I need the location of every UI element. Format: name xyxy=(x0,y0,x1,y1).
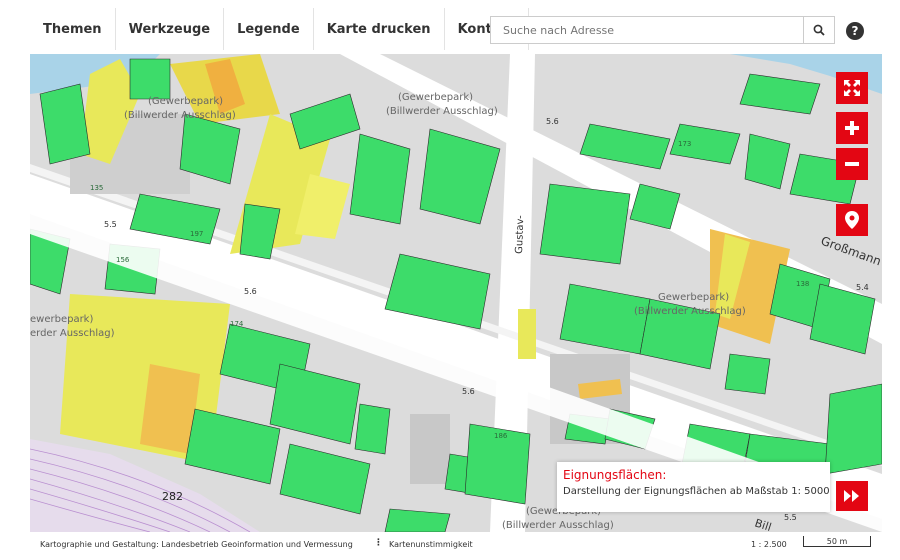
info-title: Eignungsflächen: xyxy=(563,468,667,482)
elevation-3: 5.6 xyxy=(244,287,257,296)
nav-karte-drucken[interactable]: Karte drucken xyxy=(314,8,445,50)
label-billwerder-2: (Billwerder Ausschlag) xyxy=(386,106,498,117)
house-number-173: 173 xyxy=(678,140,691,148)
house-number-156: 156 xyxy=(116,256,130,264)
elevation-1: 5.6 xyxy=(546,117,559,126)
elevation-4: 5.6 xyxy=(462,387,475,396)
zoom-out-button[interactable] xyxy=(836,148,868,180)
house-number-138: 138 xyxy=(796,280,809,288)
info-panel: Eignungsflächen: Darstellung der Eignung… xyxy=(557,462,830,512)
scale-text: 1 : 2.500 xyxy=(751,540,787,549)
label-282: 282 xyxy=(162,490,183,503)
help-icon: ? xyxy=(851,24,859,38)
elevation-2: 5.5 xyxy=(104,220,117,229)
main-nav: Themen Werkzeuge Legende Karte drucken K… xyxy=(30,8,530,54)
scale-bar: 50 m xyxy=(803,536,871,547)
plus-icon xyxy=(845,121,859,135)
fullscreen-button[interactable] xyxy=(836,72,868,104)
search-input[interactable] xyxy=(490,16,803,44)
info-next-button[interactable] xyxy=(836,481,868,511)
zoom-in-button[interactable] xyxy=(836,112,868,144)
label-gewerbepark-1: (Gewerbepark) xyxy=(148,96,223,107)
label-billwerder-5: (Billwerder Ausschlag) xyxy=(502,520,614,531)
nav-werkzeuge[interactable]: Werkzeuge xyxy=(116,8,225,50)
nav-legende[interactable]: Legende xyxy=(224,8,314,50)
label-billwerder-3: (Billwerder Ausschlag) xyxy=(634,306,746,317)
fullscreen-icon xyxy=(844,80,860,96)
footer-separator: ⋮ xyxy=(374,538,383,548)
search-icon xyxy=(813,24,825,36)
house-number-197: 197 xyxy=(190,230,203,238)
credit-link[interactable]: Landesbetrieb Geoinformation und Vermess… xyxy=(161,540,352,549)
help-button[interactable]: ? xyxy=(846,22,864,40)
location-pin-icon xyxy=(845,211,859,229)
map-canvas[interactable]: (Gewerbepark) (Billwerder Ausschlag) (Ge… xyxy=(30,54,882,532)
elevation-5: 5.4 xyxy=(856,283,869,292)
search-button[interactable] xyxy=(803,16,835,44)
info-text: Darstellung der Eignungsflächen ab Maßst… xyxy=(563,486,830,497)
elevation-6: 5.5 xyxy=(784,513,797,522)
label-gewerbepark-2: (Gewerbepark) xyxy=(398,92,473,103)
label-billwerder-1: (Billwerder Ausschlag) xyxy=(124,110,236,121)
house-number-174: 174 xyxy=(230,320,244,328)
top-bar: Themen Werkzeuge Legende Karte drucken K… xyxy=(0,0,900,54)
footer: Kartographie und Gestaltung: Landesbetri… xyxy=(0,532,900,560)
credit-text: Kartographie und Gestaltung: Landesbetri… xyxy=(40,540,353,549)
minus-icon xyxy=(845,162,859,166)
report-link[interactable]: Kartenunstimmigkeit xyxy=(389,540,473,549)
label-billwerder-4: erder Ausschlag) xyxy=(30,328,115,339)
label-gewerbepark-3: Gewerbepark) xyxy=(658,292,729,303)
label-gewerbepark-4: ewerbepark) xyxy=(30,314,93,325)
nav-themen[interactable]: Themen xyxy=(30,8,116,50)
house-number-186: 186 xyxy=(494,432,508,440)
label-gustav: Gustav- xyxy=(514,215,526,254)
house-number-135: 135 xyxy=(90,184,103,192)
map-layer: (Gewerbepark) (Billwerder Ausschlag) (Ge… xyxy=(30,54,882,532)
locate-button[interactable] xyxy=(836,204,868,236)
credit-prefix: Kartographie und Gestaltung: xyxy=(40,540,159,549)
double-chevron-right-icon xyxy=(844,490,859,502)
